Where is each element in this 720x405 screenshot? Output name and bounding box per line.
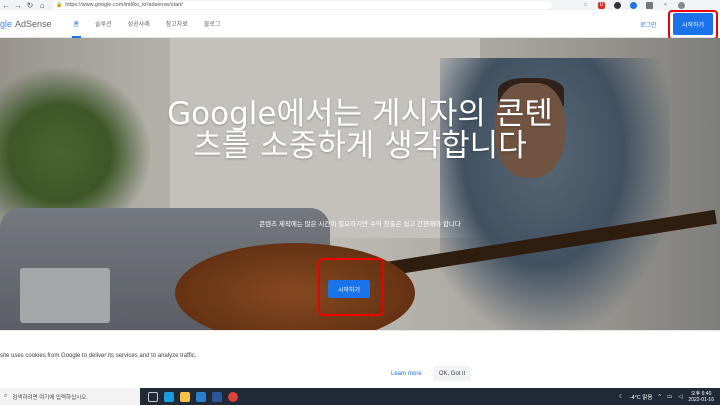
search-icon: ⌕ <box>4 393 8 399</box>
url-text: https://www.google.com/intl/ko_kr/adsens… <box>65 2 183 8</box>
extension-dark-icon[interactable] <box>614 1 621 9</box>
nav-success-stories[interactable]: 성공사례 <box>120 10 158 38</box>
clock-date: 2022-01-16 <box>688 396 714 403</box>
main-nav: 홈 솔루션 성공사례 참고자료 블로그 <box>66 10 229 38</box>
forward-button[interactable]: → <box>12 0 24 10</box>
home-button[interactable]: ⌂ <box>36 0 48 10</box>
cookie-message: site uses cookies from Google to deliver… <box>0 353 197 359</box>
extension-star-icon[interactable]: ✧ <box>662 2 669 9</box>
tray-up-icon[interactable]: ^ <box>658 394 661 400</box>
volume-icon[interactable]: ◁ <box>678 394 682 400</box>
adsense-logo[interactable]: gle AdSense <box>0 19 52 29</box>
login-link[interactable]: 로그인 <box>640 20 657 29</box>
store-icon[interactable] <box>196 391 206 402</box>
windows-taskbar: ⌕ 검색하려면 여기에 입력하십시오. ☾ -4°C 맑음 ^ ▭ ◁ 오후 6… <box>0 388 720 405</box>
mail-icon[interactable] <box>212 391 222 402</box>
taskbar-search-placeholder: 검색하려면 여기에 입력하십시오. <box>12 394 88 401</box>
profile-icon[interactable] <box>678 1 685 9</box>
edge-icon[interactable] <box>164 391 174 402</box>
highlight-box-hero-start <box>318 258 384 316</box>
network-icon[interactable]: ▭ <box>667 394 672 400</box>
lock-icon: 🔒 <box>56 2 63 8</box>
address-bar[interactable]: 🔒 https://www.google.com/intl/ko_kr/adse… <box>52 1 552 9</box>
nav-solutions[interactable]: 솔루션 <box>87 10 120 38</box>
learn-more-link[interactable]: Learn more <box>391 371 422 377</box>
cookie-banner: site uses cookies from Google to deliver… <box>0 330 720 388</box>
task-view-icon[interactable] <box>148 391 158 402</box>
highlight-box-header-start <box>668 10 718 40</box>
weather-text[interactable]: -4°C 맑음 <box>630 393 653 401</box>
nav-resources[interactable]: 참고자료 <box>158 10 196 38</box>
reload-button[interactable]: ↻ <box>24 0 36 10</box>
system-tray: ☾ -4°C 맑음 ^ ▭ ◁ 오후 6:40 2022-01-16 <box>619 391 720 403</box>
clock[interactable]: 오후 6:40 2022-01-16 <box>688 391 714 403</box>
taskbar-apps <box>148 391 238 402</box>
product-name: AdSense <box>15 18 52 29</box>
hero-subtitle: 콘텐츠 제작에는 많은 시간이 필요하지만 수익 창출은 쉽고 간편해야 합니다 <box>259 221 461 228</box>
weather-icon: ☾ <box>618 393 624 400</box>
chrome-icon[interactable] <box>228 391 238 402</box>
nav-blog[interactable]: 블로그 <box>196 10 229 38</box>
extension-u-icon[interactable]: U <box>598 1 605 9</box>
extensions-bar: ☆ U ✧ <box>582 1 685 9</box>
back-button[interactable]: ← <box>0 0 12 10</box>
browser-toolbar: ← → ↻ ⌂ 🔒 https://www.google.com/intl/ko… <box>0 0 720 10</box>
site-header: gle AdSense 홈 솔루션 성공사례 참고자료 블로그 로그인 시작하기 <box>0 10 720 40</box>
file-explorer-icon[interactable] <box>180 391 190 402</box>
logo-text: gle <box>0 18 13 29</box>
nav-home[interactable]: 홈 <box>66 10 88 38</box>
taskbar-search[interactable]: ⌕ 검색하려면 여기에 입력하십시오. <box>0 388 140 405</box>
hero-title: Google에서는 게시자의 콘텐츠를 소중하게 생각합니다 <box>167 96 553 164</box>
extension-info-icon[interactable] <box>630 1 637 9</box>
cookie-ok-button[interactable]: OK, Got it <box>433 366 471 381</box>
clock-time: 오후 6:40 <box>691 390 712 397</box>
extension-puzzle-icon[interactable] <box>646 1 653 9</box>
favorite-icon[interactable]: ☆ <box>582 2 589 9</box>
